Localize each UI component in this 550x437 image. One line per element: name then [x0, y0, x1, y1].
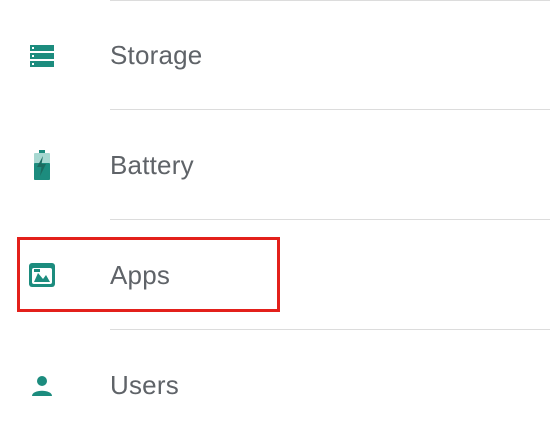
- apps-icon: [27, 260, 57, 290]
- settings-item-storage[interactable]: Storage: [0, 0, 550, 110]
- settings-item-label: Users: [110, 370, 179, 400]
- settings-item-label: Storage: [110, 40, 203, 70]
- settings-screen: Storage Battery Apps Users: [0, 0, 550, 437]
- settings-item-apps[interactable]: Apps: [0, 220, 550, 330]
- person-icon: [27, 371, 57, 401]
- settings-item-users[interactable]: Users: [0, 330, 550, 437]
- battery-charging-icon: [27, 150, 57, 180]
- settings-item-label: Battery: [110, 150, 194, 180]
- storage-icon: [27, 41, 57, 71]
- settings-item-battery[interactable]: Battery: [0, 110, 550, 220]
- settings-item-label: Apps: [110, 260, 171, 290]
